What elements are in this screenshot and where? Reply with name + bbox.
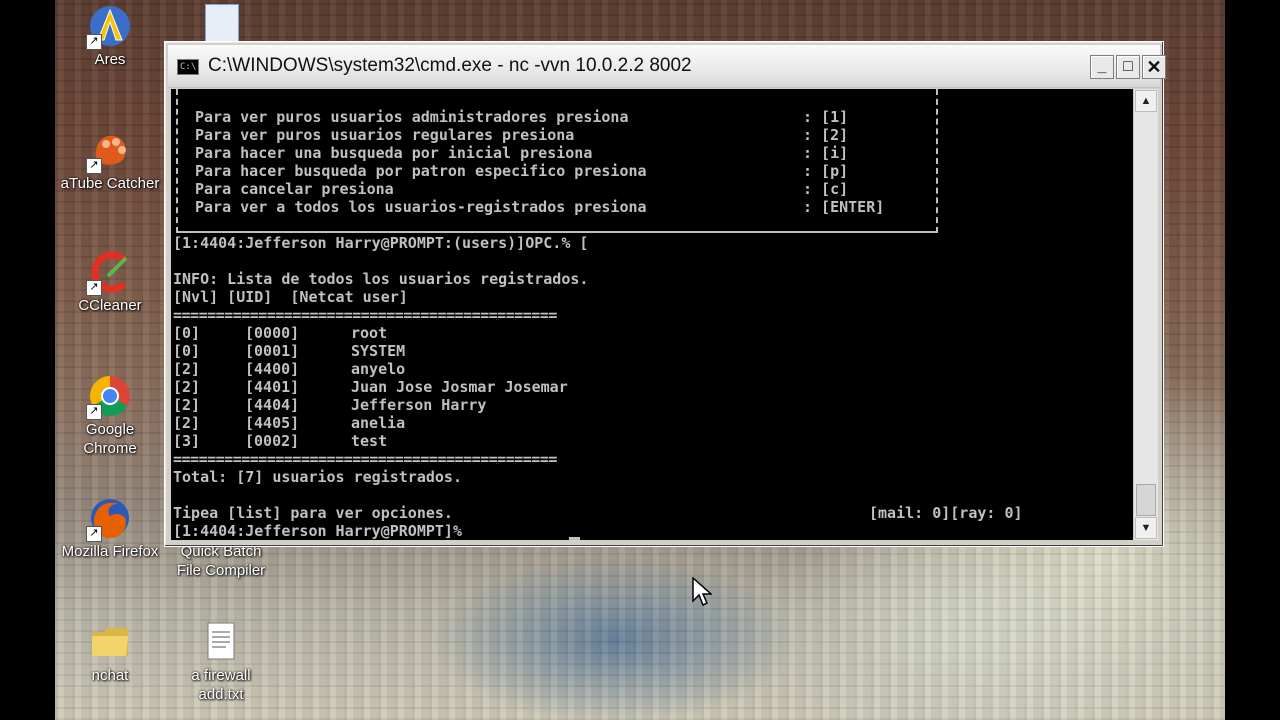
- desktop-icon-ares[interactable]: ↗ Ares: [55, 4, 165, 69]
- user-row-uid: [0000]: [245, 324, 300, 342]
- menu-option-key: : [ENTER]: [803, 198, 885, 216]
- firefox-icon: ↗: [86, 496, 132, 542]
- console-separator: ========================================…: [173, 306, 557, 324]
- desktop-icon-label: nchat: [91, 667, 129, 684]
- console-prompt: [1:4404:Jefferson Harry@PROMPT:(users)]O…: [173, 234, 589, 252]
- desktop-icon-firewall-txt[interactable]: a firewall add.txt: [166, 620, 276, 704]
- desktop-icon-mozilla-firefox[interactable]: ↗ Mozilla Firefox: [55, 496, 165, 561]
- console-prompt: [1:4404:Jefferson Harry@PROMPT]%: [173, 522, 462, 540]
- shortcut-arrow-icon: ↗: [86, 280, 102, 296]
- menu-option-text: Para ver puros usuarios administradores …: [195, 108, 629, 126]
- partial-file-icon[interactable]: [205, 4, 239, 46]
- menu-option-key: : [1]: [803, 108, 849, 126]
- menu-option-key: : [2]: [803, 126, 849, 144]
- user-row-name: SYSTEM: [351, 342, 406, 360]
- chrome-icon: ↗: [86, 374, 132, 420]
- menu-option-text: Para hacer una busqueda por inicial pres…: [195, 144, 593, 162]
- window-title: C:\WINDOWS\system32\cmd.exe - nc -vvn 10…: [208, 55, 692, 76]
- desktop-icon-label: aTube Catcher: [60, 175, 160, 192]
- user-row-nvl: [3]: [173, 432, 201, 450]
- user-row-name: anyelo: [351, 360, 406, 378]
- desktop-icon-label: Ares: [94, 51, 126, 68]
- console-info-line: INFO: Lista de todos los usuarios regist…: [173, 270, 589, 288]
- menu-option-key: : [p]: [803, 162, 849, 180]
- title-bar[interactable]: C:\ C:\WINDOWS\system32\cmd.exe - nc -vv…: [168, 45, 1166, 88]
- cmd-icon: C:\: [177, 59, 199, 75]
- menu-option-text: Para ver a todos los usuarios-registrado…: [195, 198, 647, 216]
- desktop-icon-label: Google Chrome: [83, 421, 137, 457]
- console-separator: ========================================…: [173, 450, 557, 468]
- user-row-name: Juan Jose Josmar Josemar: [351, 378, 568, 396]
- desktop-icon-label: Mozilla Firefox: [61, 543, 159, 560]
- shortcut-arrow-icon: ↗: [86, 158, 102, 174]
- user-row-nvl: [2]: [173, 396, 201, 414]
- user-row-name: anelia: [351, 414, 406, 432]
- maximize-button[interactable]: □: [1116, 55, 1140, 79]
- user-row-uid: [0001]: [245, 342, 300, 360]
- console-status: [mail: 0][ray: 0]: [869, 504, 1023, 522]
- vertical-scrollbar[interactable]: ▲ ▼: [1133, 89, 1158, 540]
- user-row-uid: [4405]: [245, 414, 300, 432]
- user-row-name: root: [351, 324, 388, 342]
- user-row-nvl: [2]: [173, 360, 201, 378]
- user-row-nvl: [2]: [173, 378, 201, 396]
- minimize-button[interactable]: _: [1090, 55, 1114, 79]
- text-file-icon: [199, 620, 243, 664]
- desktop-icon-atube-catcher[interactable]: ↗ aTube Catcher: [55, 128, 165, 193]
- desktop-icon-label: a firewall add.txt: [191, 667, 251, 703]
- menu-option-text: Para cancelar presiona: [195, 180, 394, 198]
- desktop-icon-google-chrome[interactable]: ↗ Google Chrome: [55, 374, 165, 458]
- desktop-icon-label: Quick Batch File Compiler: [176, 543, 266, 579]
- scroll-up-button[interactable]: ▲: [1135, 90, 1157, 112]
- user-row-nvl: [2]: [173, 414, 201, 432]
- mouse-pointer-icon: [692, 577, 712, 607]
- user-row-name: test: [351, 432, 388, 450]
- shortcut-arrow-icon: ↗: [86, 404, 102, 420]
- scroll-thumb[interactable]: [1136, 484, 1156, 516]
- ares-icon: ↗: [86, 4, 132, 50]
- console-total-line: Total: [7] usuarios registrados.: [173, 468, 462, 486]
- shortcut-arrow-icon: ↗: [86, 34, 102, 50]
- menu-option-text: Para hacer busqueda por patron especific…: [195, 162, 647, 180]
- console-output[interactable]: Para ver puros usuarios administradores …: [171, 89, 1133, 540]
- user-row-uid: [4404]: [245, 396, 300, 414]
- user-row-uid: [4400]: [245, 360, 300, 378]
- close-button[interactable]: ✕: [1142, 55, 1166, 79]
- scroll-down-button[interactable]: ▼: [1135, 517, 1157, 539]
- atube-catcher-icon: ↗: [86, 128, 132, 174]
- user-row-uid: [4401]: [245, 378, 300, 396]
- folder-icon: [88, 620, 132, 664]
- user-row-uid: [0002]: [245, 432, 300, 450]
- desktop-icon-ccleaner[interactable]: ↗ CCleaner: [55, 250, 165, 315]
- user-row-nvl: [0]: [173, 324, 201, 342]
- console-table-header: [Nvl] [UID] [Netcat user]: [173, 288, 408, 306]
- user-row-name: Jefferson Harry: [351, 396, 487, 414]
- ccleaner-icon: ↗: [86, 250, 132, 296]
- menu-option-key: : [i]: [803, 144, 849, 162]
- text-cursor: [569, 537, 580, 540]
- cmd-window[interactable]: C:\ C:\WINDOWS\system32\cmd.exe - nc -vv…: [164, 41, 1166, 547]
- menu-option-text: Para ver puros usuarios regulares presio…: [195, 126, 575, 144]
- shortcut-arrow-icon: ↗: [86, 526, 102, 542]
- desktop-icon-nchat[interactable]: nchat: [55, 620, 165, 685]
- menu-option-key: : [c]: [803, 180, 849, 198]
- desktop-icon-label: CCleaner: [78, 297, 142, 314]
- user-row-nvl: [0]: [173, 342, 201, 360]
- console-hint-line: Tipea [list] para ver opciones.: [173, 504, 453, 522]
